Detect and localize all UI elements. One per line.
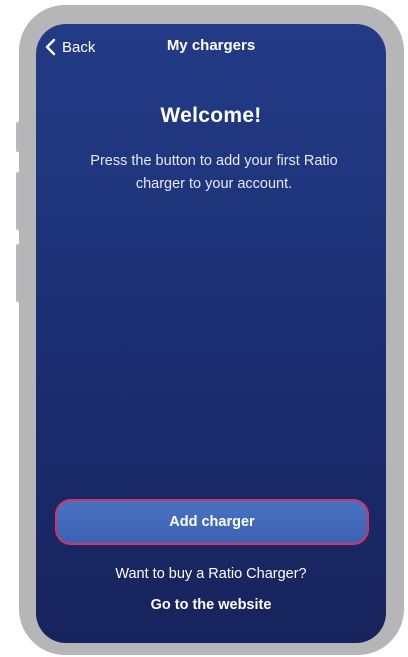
navigation-bar: Back My chargers [36, 24, 386, 68]
page-title: My chargers [166, 37, 256, 54]
app-screen: Back My chargers Welcome! Press the butt… [36, 24, 386, 643]
device-mockup: Back My chargers Welcome! Press the butt… [0, 0, 408, 657]
buy-charger-prompt: Want to buy a Ratio Charger? [115, 566, 307, 582]
go-to-website-link[interactable]: Go to the website [36, 597, 386, 613]
add-charger-button[interactable]: Add charger [55, 499, 369, 545]
welcome-description: Press the button to add your first Ratio… [90, 153, 338, 192]
add-charger-label: Add charger [169, 514, 255, 530]
welcome-heading: Welcome! [160, 104, 262, 127]
